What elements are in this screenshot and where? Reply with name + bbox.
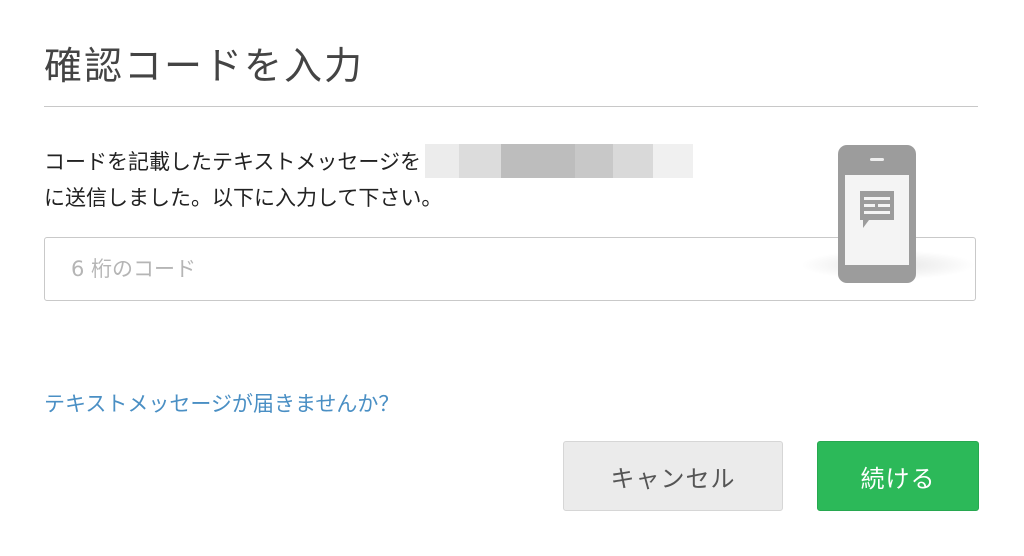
resend-code-link[interactable]: テキストメッセージが届きませんか？ [44,386,399,422]
redacted-phone-number [424,144,693,178]
instruction-message: コードを記載したテキストメッセージを に送信しました。以下に入力して下さい。 [44,144,804,216]
message-line-1: コードを記載したテキストメッセージを [44,144,804,180]
chat-bubble-icon [860,191,894,228]
message-line-2: に送信しました。以下に入力して下さい。 [44,186,443,210]
phone-screen [845,175,909,265]
message-line-1-text: コードを記載したテキストメッセージを [44,150,421,174]
verification-code-dialog: 確認コードを入力 コードを記載したテキストメッセージを に送信しました。以下に入… [0,0,1024,556]
cancel-button[interactable]: キャンセル [563,441,783,511]
phone-speaker [870,158,884,161]
title-divider [44,106,978,107]
dialog-title: 確認コードを入力 [44,44,365,88]
continue-button[interactable]: 続ける [817,441,979,511]
phone-message-icon [838,145,916,283]
